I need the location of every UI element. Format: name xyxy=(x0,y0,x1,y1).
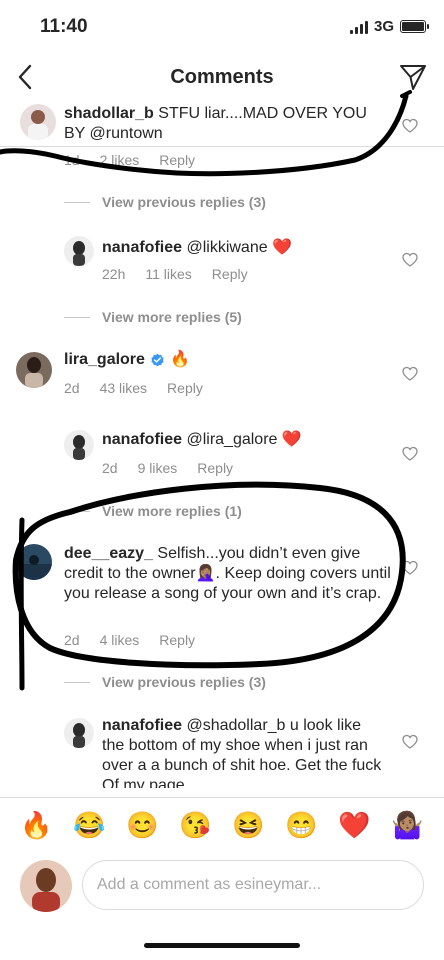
comment-body: @likkiwane ❤️ xyxy=(186,239,292,256)
heart-emoji-icon[interactable]: ❤️ xyxy=(337,810,373,841)
comment-text: lira_galore 🔥 xyxy=(64,350,384,370)
comment-meta: 1d 2 likes Reply xyxy=(64,152,195,168)
comment-likes[interactable]: 43 likes xyxy=(100,380,147,396)
signal-icon xyxy=(349,20,368,34)
comment-meta: 2d 43 likes Reply xyxy=(64,380,203,396)
like-heart-icon[interactable] xyxy=(402,366,418,382)
avatar[interactable] xyxy=(64,236,94,266)
like-heart-icon[interactable] xyxy=(402,118,418,134)
comment-time: 2d xyxy=(102,460,118,476)
status-time: 11:40 xyxy=(40,16,88,37)
comment-time: 2d xyxy=(64,632,80,648)
comment-likes[interactable]: 4 likes xyxy=(100,632,140,648)
laughing-emoji-icon[interactable]: 😆 xyxy=(231,810,267,841)
comment-list: shadollar_b STFU liar....MAD OVER YOU BY… xyxy=(0,98,444,788)
comment-body: 🔥 xyxy=(169,351,190,368)
comment-text: nanafofiee @shadollar_b u look like the … xyxy=(102,716,382,788)
comment-text: dee__eazy_ Selfish...you didn’t even giv… xyxy=(64,544,394,604)
shrug-emoji-icon[interactable]: 🤷🏽‍♀️ xyxy=(390,810,426,841)
comment-meta: 22h 11 likes Reply xyxy=(102,266,248,282)
current-user-avatar xyxy=(20,860,72,912)
comment-username[interactable]: lira_galore xyxy=(64,350,145,370)
comment-text: nanafofiee @likkiwane ❤️ xyxy=(102,238,382,258)
comment-username[interactable]: dee__eazy_ xyxy=(64,545,153,562)
view-replies-link[interactable]: View previous replies (3) xyxy=(64,194,266,210)
comment-body: @lira_galore ❤️ xyxy=(186,431,302,448)
comment-text: nanafofiee @lira_galore ❤️ xyxy=(102,430,382,450)
comment-username[interactable]: nanafofiee xyxy=(102,717,182,734)
reply-button[interactable]: Reply xyxy=(212,266,248,282)
grinning-emoji-icon[interactable]: 😁 xyxy=(284,810,320,841)
verified-badge-icon xyxy=(151,353,164,366)
home-indicator xyxy=(144,943,300,948)
battery-icon xyxy=(400,20,429,33)
emoji-quick-bar: 🔥 😂 😊 😘 😆 😁 ❤️ 🤷🏽‍♀️ xyxy=(0,797,444,853)
direct-send-icon[interactable] xyxy=(398,62,428,92)
view-replies-link[interactable]: View more replies (5) xyxy=(64,309,242,325)
view-replies-label: View previous replies (3) xyxy=(102,194,266,210)
view-replies-label: View more replies (1) xyxy=(102,503,242,519)
avatar[interactable] xyxy=(16,352,52,388)
comment-username[interactable]: shadollar_b xyxy=(64,105,154,122)
avatar[interactable] xyxy=(16,544,52,580)
comment-username[interactable]: nanafofiee xyxy=(102,431,182,448)
view-replies-label: View previous replies (3) xyxy=(102,674,266,690)
view-replies-label: View more replies (5) xyxy=(102,309,242,325)
view-replies-link[interactable]: View previous replies (3) xyxy=(64,674,266,690)
comment-time: 2d xyxy=(64,380,80,396)
like-heart-icon[interactable] xyxy=(402,252,418,268)
avatar[interactable] xyxy=(64,718,94,748)
comment-composer xyxy=(0,858,444,914)
reply-button[interactable]: Reply xyxy=(159,152,195,168)
comment-text: shadollar_b STFU liar....MAD OVER YOU BY… xyxy=(64,104,384,144)
comment-likes[interactable]: 9 likes xyxy=(138,460,178,476)
status-bar: 11:40 3G xyxy=(0,0,444,50)
comment-likes[interactable]: 2 likes xyxy=(100,152,140,168)
network-label: 3G xyxy=(373,18,394,35)
smiling-emoji-icon[interactable]: 😊 xyxy=(125,810,161,841)
comment-meta: 2d 9 likes Reply xyxy=(102,460,233,476)
kiss-emoji-icon[interactable]: 😘 xyxy=(178,810,214,841)
comment-input[interactable] xyxy=(82,860,424,910)
avatar[interactable] xyxy=(64,430,94,460)
tears-of-joy-emoji-icon[interactable]: 😂 xyxy=(72,810,108,841)
nav-bar: Comments xyxy=(0,50,444,104)
avatar[interactable] xyxy=(20,104,56,140)
status-indicators: 3G xyxy=(349,18,429,35)
comment-meta: 2d 4 likes Reply xyxy=(64,632,195,648)
reply-button[interactable]: Reply xyxy=(159,632,195,648)
like-heart-icon[interactable] xyxy=(402,734,418,750)
page-title: Comments xyxy=(170,66,274,88)
view-replies-link[interactable]: View more replies (1) xyxy=(64,503,242,519)
comment-likes[interactable]: 11 likes xyxy=(145,266,191,282)
comment-time: 1d xyxy=(64,152,80,168)
like-heart-icon[interactable] xyxy=(402,446,418,462)
fire-emoji-icon[interactable]: 🔥 xyxy=(19,810,55,841)
comment-username[interactable]: nanafofiee xyxy=(102,239,182,256)
reply-button[interactable]: Reply xyxy=(197,460,233,476)
like-heart-icon[interactable] xyxy=(402,560,418,576)
comment-time: 22h xyxy=(102,266,126,282)
reply-button[interactable]: Reply xyxy=(167,380,203,396)
